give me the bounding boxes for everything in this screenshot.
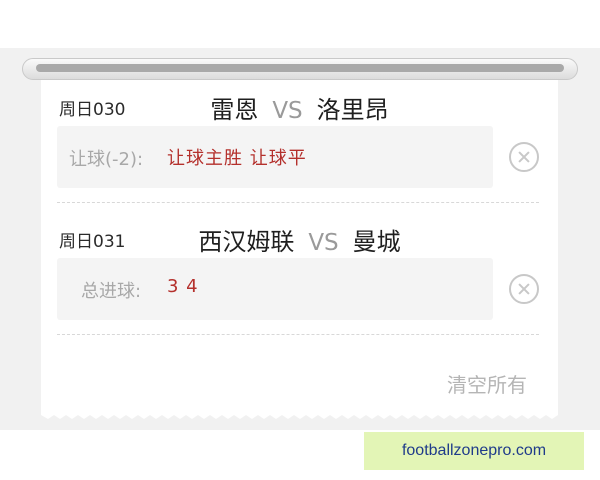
bet-selection-box[interactable]: 让球(-2): 让球主胜 让球平 <box>57 126 493 188</box>
bet-selection-value: 让球主胜 让球平 <box>167 148 307 169</box>
bet-selection-box[interactable]: 总进球: 3 4 <box>57 258 493 320</box>
dashed-divider <box>57 202 539 203</box>
vs-label: VS <box>308 230 339 256</box>
bet-type-label: 让球(-2): <box>69 149 144 170</box>
away-team: 曼城 <box>352 228 401 256</box>
bet-type-label: 总进球: <box>81 281 142 302</box>
vs-label: VS <box>272 98 303 124</box>
match-teams: 雷恩 VS 洛里昂 <box>41 90 558 125</box>
remove-match-button[interactable] <box>509 142 539 172</box>
dashed-divider <box>57 334 539 335</box>
remove-match-button[interactable] <box>509 274 539 304</box>
ticket-roller-slot <box>36 64 564 72</box>
ticket-torn-edge <box>41 411 558 419</box>
watermark-banner: footballzonepro.com <box>364 432 584 470</box>
home-team: 西汉姆联 <box>198 228 295 256</box>
bet-selection-value: 3 4 <box>167 276 199 297</box>
home-team: 雷恩 <box>210 96 259 124</box>
clear-all-button[interactable]: 清空所有 <box>447 369 527 398</box>
away-team: 洛里昂 <box>316 96 389 124</box>
match-teams: 西汉姆联 VS 曼城 <box>41 222 558 257</box>
